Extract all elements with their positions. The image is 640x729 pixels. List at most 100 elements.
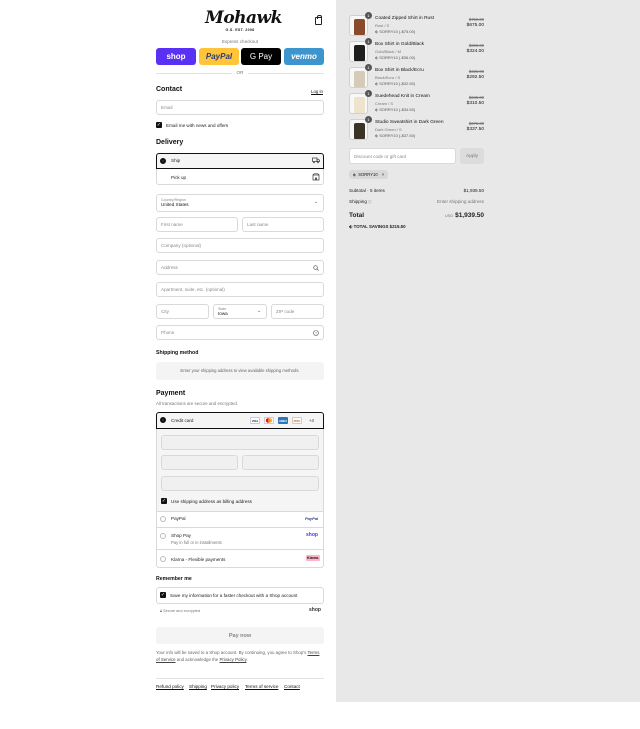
mastercard-icon <box>264 417 274 424</box>
first-name-field[interactable]: First name <box>156 217 238 232</box>
applied-discount-code: SORRY10 <box>358 172 378 177</box>
card-name-field[interactable] <box>161 476 319 491</box>
tag-icon: ⬖ <box>375 55 379 60</box>
product-variant: Gold/Black / M <box>375 49 402 54</box>
phone-field[interactable]: Phone <box>156 325 324 340</box>
discount-code-input[interactable]: Discount code or gift card <box>349 148 456 164</box>
tag-icon: ⬖ <box>375 133 379 138</box>
footer-link-contact[interactable]: Contact <box>284 684 300 689</box>
credit-card-radio[interactable] <box>160 417 166 423</box>
product-original-price: $325.00 <box>468 69 484 74</box>
subtotal-label: Subtotal · 5 items <box>349 188 385 193</box>
shop-pay-radio[interactable] <box>160 533 166 539</box>
product-name: Studio Sweatshirt in Dark Green <box>375 120 444 125</box>
product-variant: Dark Green / S <box>375 127 402 132</box>
product-image <box>349 67 368 88</box>
product-name: Box Shirt in Gold/Black <box>375 42 425 47</box>
address-field[interactable]: Address <box>156 260 324 275</box>
paypal-logo: PayPal <box>305 516 319 521</box>
pay-now-button[interactable]: Pay now <box>156 627 324 644</box>
billing-address-checkbox[interactable]: ✓ <box>161 498 167 504</box>
shipping-label-row: Shipping ⓘ <box>349 199 372 205</box>
product-original-price: $750.00 <box>468 17 484 22</box>
tag-icon: ⬖ <box>375 29 379 34</box>
billing-address-label: Use shipping address as billing address <box>171 499 252 504</box>
brand-tagline: G.S. EST. 2008 <box>225 28 255 32</box>
product-name: Coated Zipped Shirt in Rust <box>375 16 434 21</box>
express-checkout-label: Express checkout <box>221 39 259 44</box>
google-pay-button[interactable]: G Pay <box>241 48 281 65</box>
lock-icon: 🔒︎ <box>160 609 163 613</box>
product-discount: ⬖ SORRY10 (-$34.50) <box>375 107 415 112</box>
shop-logo: shop <box>309 607 321 613</box>
delivery-heading: Delivery <box>156 139 184 146</box>
product-price: $675.00 <box>466 23 484 28</box>
secure-label-row: 🔒︎ Secure and encrypted <box>160 609 200 613</box>
brand-logo[interactable]: Mohawk <box>205 8 282 28</box>
chevron-down-icon: ⌄ <box>257 308 262 314</box>
zip-field[interactable]: ZIP code <box>271 304 324 319</box>
apply-discount-button[interactable]: Apply <box>460 148 484 164</box>
venmo-button[interactable]: venmo <box>284 48 324 65</box>
product-price: $324.00 <box>466 49 484 54</box>
total-label: Total <box>349 212 365 219</box>
ship-radio[interactable] <box>160 158 166 164</box>
paypal-button[interactable]: PayPal <box>199 48 239 65</box>
legal-text-end: . <box>246 657 248 662</box>
card-cvv-field[interactable] <box>242 455 319 470</box>
country-select[interactable]: Country/Region United States <box>156 194 324 212</box>
contact-heading: Contact <box>156 86 183 93</box>
shop-pay-logo: shop <box>306 532 318 538</box>
product-variant: Cream / S <box>375 101 394 106</box>
truck-icon <box>312 157 320 164</box>
remember-me-heading: Remember me <box>156 576 192 582</box>
shopping-bag-icon[interactable] <box>315 15 322 25</box>
delivery-option-ship[interactable] <box>156 153 324 169</box>
payment-option-shop-pay[interactable] <box>156 528 324 550</box>
footer-link-refund[interactable]: Refund policy <box>156 684 184 689</box>
svg-text:?: ? <box>315 331 317 335</box>
tag-icon: ⬖ <box>349 224 353 229</box>
shop-pay-button[interactable]: shop <box>156 48 196 65</box>
credit-card-label: Credit card <box>171 418 194 423</box>
legal-text-mid: and acknowledge the <box>175 657 220 662</box>
total-savings-value: $215.50 <box>389 224 406 229</box>
login-link[interactable]: Log in <box>311 89 323 94</box>
save-info-label: Save my information for a faster checkou… <box>170 593 298 598</box>
or-divider: OR <box>156 70 324 75</box>
city-field[interactable]: City <box>156 304 209 319</box>
product-image <box>349 93 368 114</box>
card-expiry-field[interactable] <box>161 455 238 470</box>
card-number-field[interactable] <box>161 435 319 450</box>
product-discount-text: SORRY10 (-$37.50) <box>379 133 416 138</box>
help-icon[interactable]: ? <box>313 330 319 336</box>
quantity-badge: 1 <box>365 12 372 19</box>
email-field[interactable]: Email <box>156 100 324 115</box>
product-variant: Rust / S <box>375 23 390 28</box>
quantity-badge: 1 <box>365 90 372 97</box>
paypal-radio[interactable] <box>160 516 166 522</box>
footer-link-privacy[interactable]: Privacy policy <box>211 684 239 689</box>
last-name-field[interactable]: Last name <box>242 217 324 232</box>
applied-discount-tag: ⬖ SORRY10 × <box>349 170 389 179</box>
shipping-label: Shipping <box>349 199 367 204</box>
footer-link-terms[interactable]: Terms of service <box>245 684 278 689</box>
privacy-policy-link[interactable]: Privacy Policy <box>219 657 246 662</box>
legal-text-before: Your info will be saved to a Shop accoun… <box>156 650 308 655</box>
help-icon[interactable]: ⓘ <box>368 200 372 204</box>
footer-link-shipping[interactable]: Shipping <box>189 684 207 689</box>
product-variant: Black/Ecru / S <box>375 75 401 80</box>
newsletter-checkbox[interactable]: ✓ <box>156 122 162 128</box>
search-icon <box>313 265 319 271</box>
amex-icon: AMEX <box>278 417 288 424</box>
company-field[interactable]: Company (optional) <box>156 238 324 253</box>
product-price: $310.50 <box>466 101 484 106</box>
apartment-field[interactable]: Apartment, suite, etc. (optional) <box>156 282 324 297</box>
secure-label: Secure and encrypted <box>163 609 201 613</box>
quantity-badge: 1 <box>365 116 372 123</box>
save-info-checkbox[interactable]: ✓ <box>160 592 166 598</box>
klarna-radio[interactable] <box>160 556 166 562</box>
shipping-method-heading: Shipping method <box>156 350 199 356</box>
paypal-label: PayPal <box>171 516 186 521</box>
remove-discount-icon[interactable]: × <box>382 172 384 177</box>
